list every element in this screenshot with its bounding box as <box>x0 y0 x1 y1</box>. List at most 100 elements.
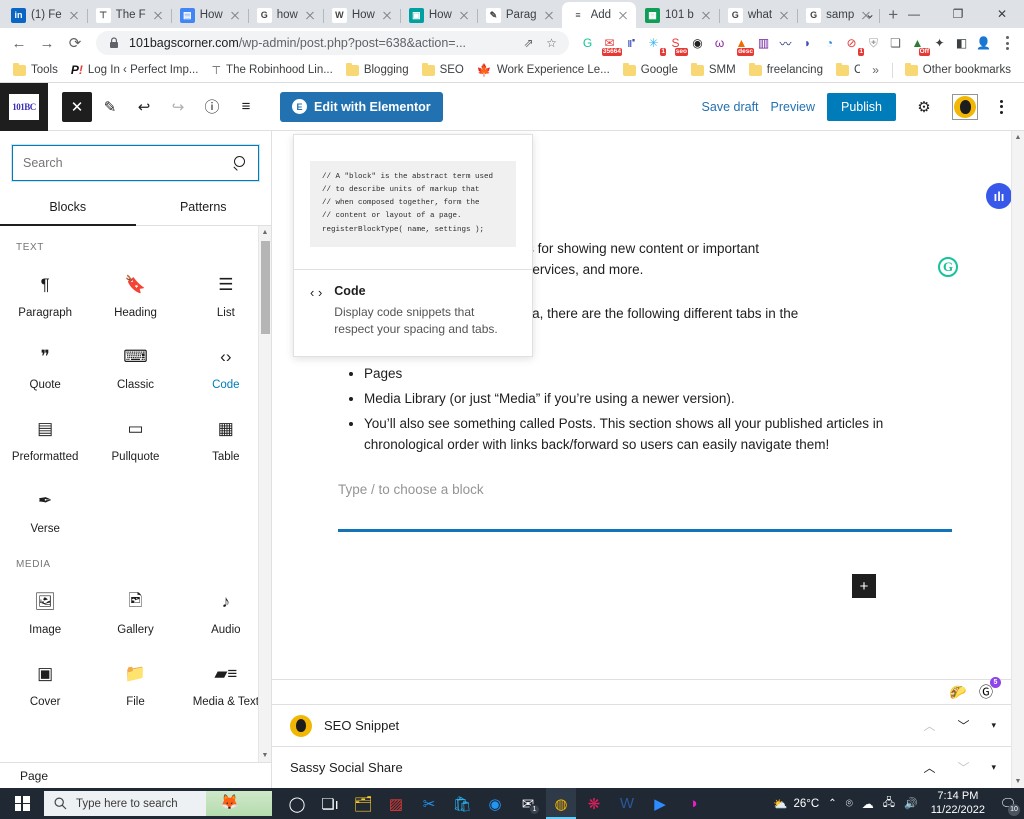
browser-tab[interactable]: ✎ Parag <box>477 2 563 28</box>
separator-block[interactable] <box>338 529 952 533</box>
settings-gear-icon[interactable]: ⚙ <box>908 91 940 123</box>
close-tab-icon[interactable] <box>380 8 394 22</box>
bookmark-item[interactable]: P! Log In ‹ Perfect Imp... <box>66 60 204 80</box>
copy-extension[interactable]: ❏ <box>885 33 906 54</box>
close-tab-icon[interactable] <box>616 8 630 22</box>
preview-button[interactable]: Preview <box>771 100 815 114</box>
analytics-extension[interactable]: ⑈ <box>621 33 642 54</box>
wordpress-stats-icon[interactable]: ılı <box>986 183 1012 209</box>
bookmark-item[interactable]: freelancing <box>744 61 828 79</box>
browser-tab[interactable]: W How <box>323 2 401 28</box>
desc-extension[interactable]: ▲ desc <box>731 33 754 56</box>
close-tab-icon[interactable] <box>699 8 713 22</box>
publish-button[interactable]: Publish <box>827 92 896 121</box>
list-item[interactable]: Pages <box>364 363 952 385</box>
close-tab-icon[interactable] <box>457 8 471 22</box>
block-item-quote[interactable]: ❞ Quote <box>0 327 90 399</box>
details-info-icon[interactable]: ⓘ <box>196 91 228 123</box>
blocker-extension[interactable]: ⊘ 1 <box>841 33 864 56</box>
mail-icon[interactable]: ✉ 1 <box>513 788 543 819</box>
onedrive-icon[interactable]: ☁ <box>862 797 874 811</box>
toggle-off-extension[interactable]: ▲ Off <box>907 33 930 56</box>
shield-extension[interactable]: ⛨ <box>863 33 884 54</box>
grammarly-extension[interactable]: G <box>577 33 598 54</box>
share-icon[interactable]: ⇗ <box>521 36 536 51</box>
wifi-signal-extension[interactable]: ◔ <box>819 33 840 54</box>
undo-icon[interactable]: ↩ <box>128 91 160 123</box>
power-tool-icon[interactable]: ◑ <box>678 788 708 819</box>
mail-extension[interactable]: ✉ 35664 <box>599 33 622 56</box>
notification-center-button[interactable]: 🗨 10 <box>998 794 1020 816</box>
close-tab-icon[interactable] <box>151 8 165 22</box>
bookmark-item[interactable]: ⊤ The Robinhood Lin... <box>206 61 337 80</box>
block-item-gallery[interactable]: 🖻 Gallery <box>90 572 180 644</box>
network-icon[interactable]: 🖧 <box>883 794 895 813</box>
bookmarks-overflow-button[interactable]: » <box>866 63 885 77</box>
search-input[interactable] <box>23 156 233 170</box>
bookmark-item[interactable]: Google <box>618 61 683 79</box>
seo-plugin-avatar-button[interactable] <box>952 93 978 120</box>
move-down-icon[interactable]: ﹀ <box>957 759 969 776</box>
list-item[interactable]: Media Library (or just “Media” if you’re… <box>364 388 952 410</box>
volume-icon[interactable]: 🔊 <box>904 797 918 810</box>
canvas-scroll-up-icon[interactable]: ▲ <box>1012 131 1024 144</box>
tray-expand-icon[interactable]: ⌃ <box>828 798 836 809</box>
other-bookmarks-button[interactable]: Other bookmarks <box>900 61 1016 79</box>
edit-with-elementor-button[interactable]: E Edit with Elementor <box>280 91 443 122</box>
keywords-everywhere-extension[interactable]: ✳ 1 <box>643 33 666 56</box>
profile-avatar[interactable]: 👤 <box>973 33 994 54</box>
taskbar-clock[interactable]: 7:14 PM 11/22/2022 <box>927 790 989 818</box>
puzzle-extension[interactable]: ✦ <box>929 33 950 54</box>
zoom-icon[interactable]: ▶ <box>645 788 675 819</box>
redo-icon[interactable]: ↪ <box>162 91 194 123</box>
block-item-paragraph[interactable]: ¶ Paragraph <box>0 255 90 327</box>
word-icon[interactable]: W <box>612 788 642 819</box>
inserter-scrollbar[interactable]: ▲ ▼ <box>258 226 271 762</box>
block-item-preformatted[interactable]: ▤ Preformatted <box>0 399 90 471</box>
forward-icon[interactable]: → <box>34 30 60 56</box>
tab-patterns[interactable]: Patterns <box>136 189 272 225</box>
grammarly-blue-extension[interactable]: ◗ <box>797 33 818 54</box>
close-window-button[interactable]: ✕ <box>980 0 1024 28</box>
browser-tab[interactable]: in (1) Fe <box>2 2 88 28</box>
bluetooth-icon[interactable]: ⌾ <box>846 796 853 811</box>
back-icon[interactable]: ← <box>6 30 32 56</box>
move-up-icon[interactable]: ︿ <box>923 717 935 734</box>
close-tab-icon[interactable] <box>67 8 81 22</box>
task-view-icon[interactable]: ❏ı <box>315 788 345 819</box>
move-down-icon[interactable]: ﹀ <box>957 717 969 734</box>
browser-tab[interactable]: Ghow <box>248 2 324 28</box>
grammarly-float-icon[interactable]: Ⓖ 5 <box>976 677 1001 702</box>
scroll-up-icon[interactable]: ▲ <box>259 226 271 239</box>
square-extension[interactable]: ◧ <box>951 33 972 54</box>
chrome-menu-icon[interactable] <box>996 36 1018 50</box>
list-view-icon[interactable]: ≡ <box>230 91 262 123</box>
block-item-cover[interactable]: ▣ Cover <box>0 644 90 716</box>
address-bar[interactable]: 101bagscorner.com/wp-admin/post.php?post… <box>96 31 569 55</box>
photo-tool-icon[interactable]: ▨ <box>381 788 411 819</box>
bookmark-item[interactable]: SMM <box>686 61 741 79</box>
close-editor-button[interactable]: ✕ <box>62 91 92 122</box>
grammarly-icon[interactable]: G <box>938 257 958 277</box>
wordpress-purple-extension[interactable]: ω <box>709 33 730 54</box>
bookmark-star-icon[interactable]: ☆ <box>544 36 559 51</box>
seo-extension[interactable]: Sseo <box>665 33 688 56</box>
move-up-icon[interactable]: ︿ <box>923 759 935 776</box>
search-box[interactable] <box>12 145 259 181</box>
minimize-button[interactable]: — <box>892 0 936 28</box>
trends-extension[interactable]: 〰 <box>775 33 796 54</box>
canvas-scrollbar[interactable]: ▲ ▼ <box>1011 131 1024 788</box>
save-draft-button[interactable]: Save draft <box>702 100 759 114</box>
block-item-image[interactable]: 🖼 Image <box>0 572 90 644</box>
browser-tab[interactable]: Gwhat <box>719 2 799 28</box>
canvas-scroll-down-icon[interactable]: ▼ <box>1012 775 1024 788</box>
close-tab-icon[interactable] <box>228 8 242 22</box>
empty-block-placeholder[interactable]: Type / to choose a block <box>338 482 952 497</box>
taskbar-search-box[interactable]: Type here to search <box>44 791 272 816</box>
taco-icon[interactable]: 🌮 <box>948 682 968 702</box>
browser-tab[interactable]: ⊤ The F <box>87 2 172 28</box>
block-item-pullquote[interactable]: ▭ Pullquote <box>90 399 180 471</box>
add-block-button[interactable]: + <box>852 574 876 599</box>
bookmark-item[interactable]: Blogging <box>341 61 414 79</box>
toggle-panel-icon[interactable]: ▾ <box>991 720 996 731</box>
